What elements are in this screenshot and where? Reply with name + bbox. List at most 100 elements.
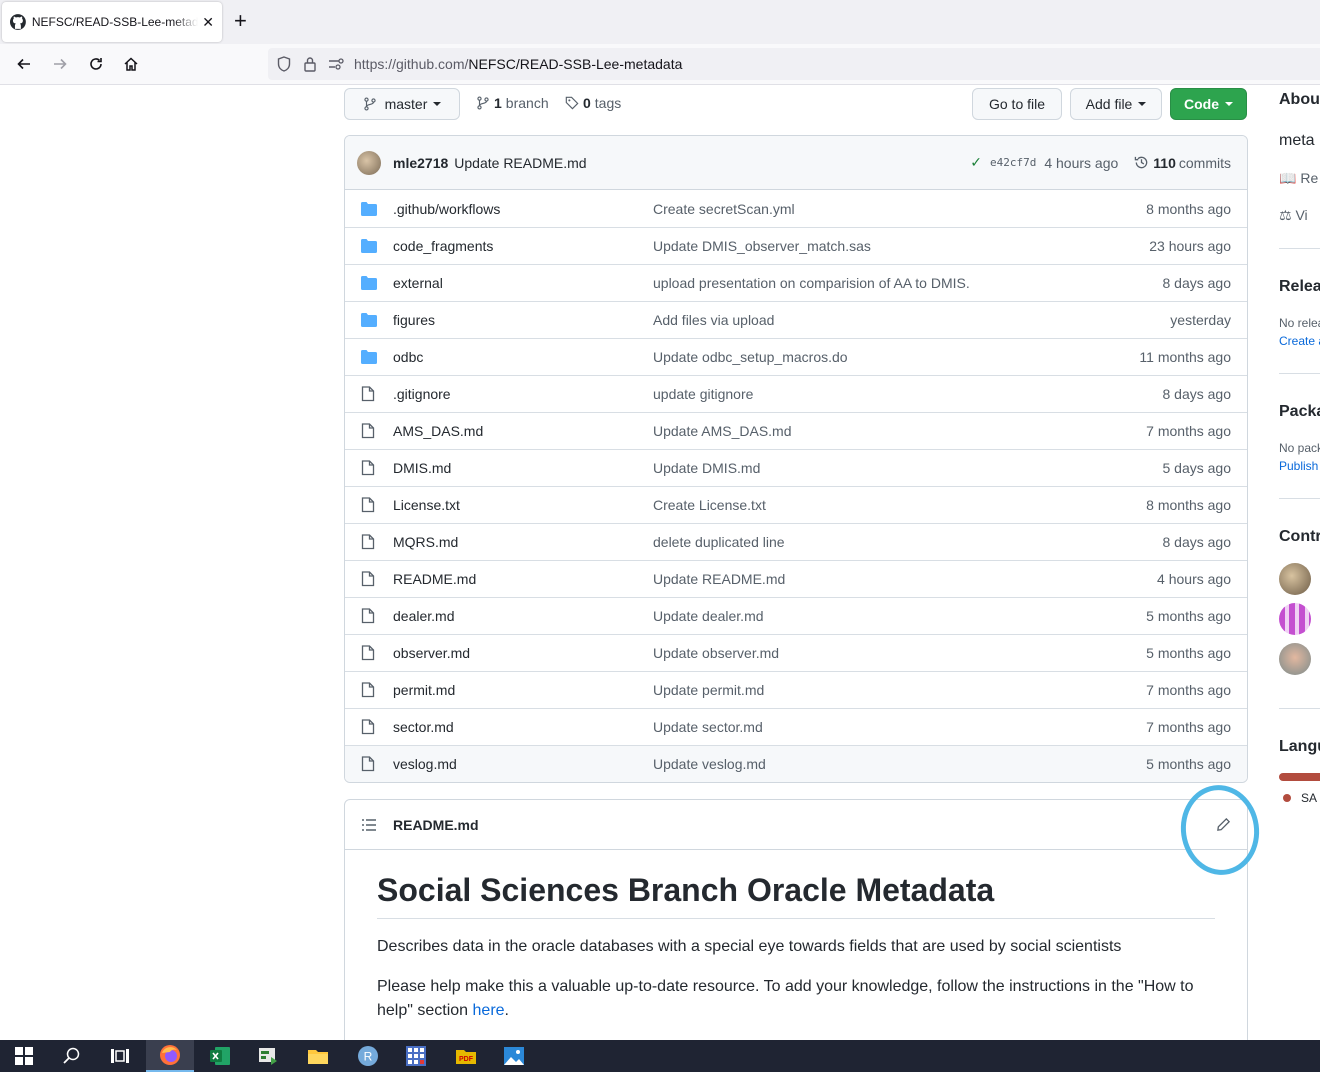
file-commit-message[interactable]: Update README.md [653,571,1053,587]
avatar[interactable] [357,150,381,175]
check-icon[interactable]: ✓ [970,154,982,171]
excel-icon[interactable] [196,1040,244,1072]
file-commit-message[interactable]: delete duplicated line [653,534,1053,550]
add-file-button[interactable]: Add file [1070,88,1162,120]
address-bar[interactable]: https://github.com/NEFSC/READ-SSB-Lee-me… [268,48,1320,80]
reload-icon[interactable] [85,53,107,75]
file-name-link[interactable]: dealer.md [393,608,653,624]
file-name-link[interactable]: veslog.md [393,756,653,772]
file-name-link[interactable]: odbc [393,349,653,365]
commit-author[interactable]: mle2718 [393,155,448,171]
file-name-link[interactable]: AMS_DAS.md [393,423,653,439]
file-row[interactable]: permit.md Update permit.md 7 months ago [345,671,1247,708]
r-icon[interactable]: R [344,1040,392,1072]
file-name-link[interactable]: README.md [393,571,653,587]
file-row[interactable]: veslog.md Update veslog.md 5 months ago [345,745,1247,782]
file-name-link[interactable]: observer.md [393,645,653,661]
file-name-link[interactable]: external [393,275,653,291]
commit-message[interactable]: Update README.md [454,155,586,171]
file-row[interactable]: observer.md Update observer.md 5 months ag… [345,634,1247,671]
file-commit-message[interactable]: Update DMIS.md [653,460,1053,476]
file-commit-message[interactable]: Create License.txt [653,497,1053,513]
file-commit-message[interactable]: Update permit.md [653,682,1053,698]
publish-package-link[interactable]: Publish [1279,459,1318,473]
file-row[interactable]: AMS_DAS.md Update AMS_DAS.md 7 months ago [345,412,1247,449]
file-commit-message[interactable]: Update observer.md [653,645,1053,661]
shield-icon[interactable] [274,54,294,74]
language-bar[interactable] [1279,773,1320,781]
list-icon[interactable] [361,817,377,833]
releases-heading[interactable]: Releas [1279,278,1320,296]
file-row[interactable]: code_fragments Update DMIS_observer_match… [345,227,1247,264]
commit-time[interactable]: 4 hours ago [1044,155,1118,171]
file-row[interactable]: README.md Update README.md 4 hours ago [345,560,1247,597]
new-tab-icon[interactable]: + [234,10,247,32]
file-commit-message[interactable]: Update sector.md [653,719,1053,735]
file-name-link[interactable]: permit.md [393,682,653,698]
branch-select-button[interactable]: master [344,88,460,120]
file-row[interactable]: MQRS.md delete duplicated line 8 days ago [345,523,1247,560]
project-icon[interactable] [244,1040,292,1072]
create-release-link[interactable]: Create a [1279,334,1320,348]
avatar[interactable] [1279,563,1311,595]
file-commit-message[interactable]: Update odbc_setup_macros.do [653,349,1053,365]
file-row[interactable]: License.txt Create License.txt 8 months ag… [345,486,1247,523]
file-row[interactable]: sector.md Update sector.md 7 months ago [345,708,1247,745]
file-row[interactable]: external upload presentation on comparisi… [345,264,1247,301]
here-link[interactable]: here [473,1002,505,1019]
file-explorer-icon[interactable] [294,1040,342,1072]
file-commit-message[interactable]: Add files via upload [653,312,1053,328]
packages-heading[interactable]: Packa [1279,403,1320,421]
forward-icon[interactable] [49,53,71,75]
commit-sha[interactable]: e42cf7d [990,156,1036,169]
browser-tab[interactable]: NEFSC/READ-SSB-Lee-metadata ✕ [2,2,222,42]
file-name-link[interactable]: figures [393,312,653,328]
file-row[interactable]: dealer.md Update dealer.md 5 months ago [345,597,1247,634]
windows-start-icon[interactable] [0,1040,48,1072]
file-name-link[interactable]: .gitignore [393,386,653,402]
file-name-link[interactable]: code_fragments [393,238,653,254]
file-commit-message[interactable]: update gitignore [653,386,1053,402]
search-icon[interactable] [48,1040,96,1072]
avatar[interactable] [1279,643,1311,675]
file-commit-message[interactable]: Update dealer.md [653,608,1053,624]
file-commit-message[interactable]: Update veslog.md [653,756,1053,772]
tags-link[interactable]: 0 tags [565,95,621,111]
file-commit-age: 8 months ago [1146,497,1231,513]
file-row[interactable]: .github/workflows Create secretScan.yml 8 … [345,190,1247,227]
file-name-link[interactable]: .github/workflows [393,201,653,217]
url-text[interactable]: https://github.com/NEFSC/READ-SSB-Lee-me… [354,56,682,72]
task-view-icon[interactable] [96,1040,144,1072]
code-button[interactable]: Code [1170,88,1247,120]
commits-link[interactable]: 110 commits [1134,155,1231,171]
firefox-icon[interactable] [146,1040,194,1072]
go-to-file-button[interactable]: Go to file [972,88,1062,120]
readme-link[interactable]: 📖 Re [1279,170,1318,187]
file-name-link[interactable]: MQRS.md [393,534,653,550]
language-item[interactable]: SA [1279,791,1317,805]
file-name-link[interactable]: sector.md [393,719,653,735]
permissions-icon[interactable] [326,54,346,74]
home-icon[interactable] [120,53,142,75]
file-commit-message[interactable]: Update DMIS_observer_match.sas [653,238,1053,254]
file-row[interactable]: .gitignore update gitignore 8 days ago [345,375,1247,412]
file-commit-message[interactable]: Create secretScan.yml [653,201,1053,217]
file-row[interactable]: odbc Update odbc_setup_macros.do 11 months… [345,338,1247,375]
branches-link[interactable]: 1 branch [476,95,549,111]
contributors-heading[interactable]: Contr [1279,528,1320,546]
file-row[interactable]: figures Add files via upload yesterday [345,301,1247,338]
pdf-icon[interactable]: PDF [442,1040,490,1072]
file-name-link[interactable]: DMIS.md [393,460,653,476]
back-icon[interactable] [13,53,35,75]
calculator-icon[interactable] [392,1040,440,1072]
license-link[interactable]: ⚖ Vi [1279,207,1308,224]
avatar[interactable] [1279,603,1311,635]
file-commit-message[interactable]: upload presentation on comparision of AA… [653,275,1053,291]
photos-icon[interactable] [490,1040,538,1072]
tab-close-icon[interactable]: ✕ [202,14,214,31]
file-commit-message[interactable]: Update AMS_DAS.md [653,423,1053,439]
readme-paragraph: Describes data in the oracle databases w… [377,938,1122,955]
file-name-link[interactable]: License.txt [393,497,653,513]
file-row[interactable]: DMIS.md Update DMIS.md 5 days ago [345,449,1247,486]
lock-icon[interactable] [300,54,320,74]
